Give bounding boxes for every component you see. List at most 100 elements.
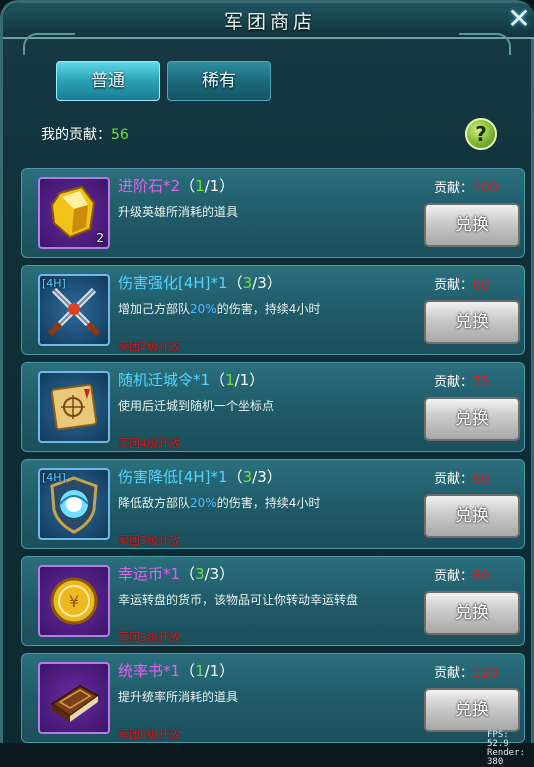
shop-window: 军团商店 ✕ 普通 稀有 我的贡献：56 ? 2 进阶石*2（1/1） 升级英雄… (0, 0, 534, 767)
item-name-line: 伤害降低[4H]*1（3/3） (118, 468, 282, 486)
item-description: 升级英雄所消耗的道具 (118, 205, 239, 219)
item-icon-frame: [4H] (38, 468, 110, 540)
item-name: 进阶石*2 (118, 177, 181, 195)
item-name: 幸运币*1 (118, 565, 181, 583)
item-name-line: 伤害强化[4H]*1（3/3） (118, 274, 282, 292)
scroll-map-icon (50, 383, 98, 431)
limit-total: 1 (239, 371, 250, 389)
shop-item: [4H] 伤害强化[4H]*1（3/3） 增加己方部队20%的伤害，持续4小时 … (21, 265, 525, 355)
exchange-button[interactable]: 兑换 (424, 591, 520, 635)
limit-used: 1 (195, 662, 205, 680)
tab-rare[interactable]: 稀有 (167, 61, 271, 101)
limit-used: 1 (195, 177, 205, 195)
exchange-button[interactable]: 兑换 (424, 203, 520, 247)
duration-tag: [4H] (42, 277, 66, 290)
close-icon: ✕ (507, 2, 531, 35)
unlock-requirement: 军团4级开放 (118, 437, 180, 450)
frame-ornament-right (459, 33, 511, 55)
item-cost: 贡献：120 (434, 662, 498, 681)
item-icon-frame: [4H] (38, 274, 110, 346)
window-title: 军团商店 (223, 11, 316, 33)
item-name-line: 统率书*1（1/1） (118, 662, 235, 680)
cost-label: 贡献： (434, 181, 474, 196)
cost-value: 60 (473, 278, 490, 293)
item-icon-frame: ¥ (38, 565, 110, 637)
cost-value: 100 (473, 181, 498, 196)
exchange-button[interactable]: 兑换 (424, 397, 520, 441)
item-description: 增加己方部队20%的伤害，持续4小时 (118, 300, 320, 317)
item-name: 随机迁城令*1 (118, 371, 211, 389)
limit-used: 3 (242, 274, 253, 292)
cost-value: 60 (473, 472, 490, 487)
contribution-label: 我的贡献： (41, 127, 111, 143)
item-cost: 贡献：60 (434, 468, 490, 487)
item-description: 幸运转盘的货币，该物品可让你转动幸运转盘 (118, 593, 359, 607)
cost-label: 贡献： (434, 666, 474, 681)
command-book-icon (50, 684, 100, 722)
exchange-button[interactable]: 兑换 (424, 494, 520, 538)
tab-normal[interactable]: 普通 (56, 61, 160, 101)
render-text: Render: 380 (487, 748, 525, 767)
item-cost: 贡献：75 (434, 371, 490, 390)
unlock-requirement: 军团5级开放 (118, 631, 180, 644)
cost-value: 60 (473, 569, 490, 584)
question-mark-icon: ? (475, 122, 487, 146)
desc-text: 的伤害，持续4小时 (216, 496, 321, 510)
desc-text: 降低敌方部队 (118, 496, 191, 510)
limit-used: 3 (242, 468, 253, 486)
cost-value: 120 (473, 666, 498, 681)
cost-value: 75 (473, 375, 490, 390)
cost-label: 贡献： (434, 278, 474, 293)
item-icon-frame (38, 662, 110, 734)
unlock-requirement: 军团6级开放 (118, 728, 180, 741)
shop-item: 统率书*1（1/1） 提升统率所消耗的道具 军团6级开放 贡献：120 兑换 (21, 653, 525, 743)
unlock-requirement: 军团2级开放 (118, 340, 180, 353)
item-description: 使用后迁城到随机一个坐标点 (118, 399, 275, 413)
duration-tag: [4H] (42, 471, 66, 484)
desc-percent: 20% (190, 496, 217, 510)
limit-total: 3 (257, 468, 267, 486)
item-name: 伤害降低[4H]*1 (118, 468, 228, 486)
svg-text:¥: ¥ (69, 592, 79, 611)
desc-text: 增加己方部队 (118, 302, 191, 316)
cost-label: 贡献： (434, 472, 474, 487)
item-list: 2 进阶石*2（1/1） 升级英雄所消耗的道具 贡献：100 兑换 [4H] 伤… (21, 168, 525, 746)
exchange-button[interactable]: 兑换 (424, 300, 520, 344)
limit-total: 1 (209, 662, 220, 680)
my-contribution: 我的贡献：56 (41, 124, 129, 144)
lucky-coin-icon: ¥ (50, 577, 98, 625)
shop-item: 2 进阶石*2（1/1） 升级英雄所消耗的道具 贡献：100 兑换 (21, 168, 525, 258)
item-name-line: 进阶石*2（1/1） (118, 177, 235, 195)
item-quantity: 2 (96, 231, 104, 245)
shop-item: 随机迁城令*1（1/1） 使用后迁城到随机一个坐标点 军团4级开放 贡献：75 … (21, 362, 525, 452)
cost-label: 贡献： (434, 569, 474, 584)
limit-used: 1 (225, 371, 235, 389)
item-name: 伤害强化[4H]*1 (118, 274, 228, 292)
limit-total: 3 (257, 274, 267, 292)
item-cost: 贡献：60 (434, 565, 490, 584)
shop-item: [4H] 伤害降低[4H]*1（3/3） 降低敌方部队20%的伤害，持续4小时 … (21, 459, 525, 549)
fps-text: FPS: 52.9 (487, 730, 509, 749)
limit-total: 1 (209, 177, 220, 195)
close-button[interactable]: ✕ (505, 5, 533, 33)
item-name: 统率书*1 (118, 662, 181, 680)
unlock-requirement: 军团3级开放 (118, 534, 180, 547)
fps-counter: FPS: 52.9 Render: 380 (487, 731, 531, 767)
item-icon-frame (38, 371, 110, 443)
contribution-value: 56 (111, 127, 129, 143)
item-icon-frame: 2 (38, 177, 110, 249)
item-cost: 贡献：100 (434, 177, 498, 196)
title-bar: 军团商店 ✕ (3, 3, 534, 39)
limit-used: 3 (195, 565, 205, 583)
shop-item: ¥ 幸运币*1（3/3） 幸运转盘的货币，该物品可让你转动幸运转盘 军团5级开放… (21, 556, 525, 646)
item-description: 提升统率所消耗的道具 (118, 690, 239, 704)
desc-text: 的伤害，持续4小时 (216, 302, 321, 316)
item-cost: 贡献：60 (434, 274, 490, 293)
help-button[interactable]: ? (465, 118, 497, 150)
item-name-line: 随机迁城令*1（1/1） (118, 371, 265, 389)
cost-label: 贡献： (434, 375, 474, 390)
exchange-button[interactable]: 兑换 (424, 688, 520, 732)
desc-percent: 20% (190, 302, 217, 316)
item-name-line: 幸运币*1（3/3） (118, 565, 235, 583)
limit-total: 3 (209, 565, 220, 583)
